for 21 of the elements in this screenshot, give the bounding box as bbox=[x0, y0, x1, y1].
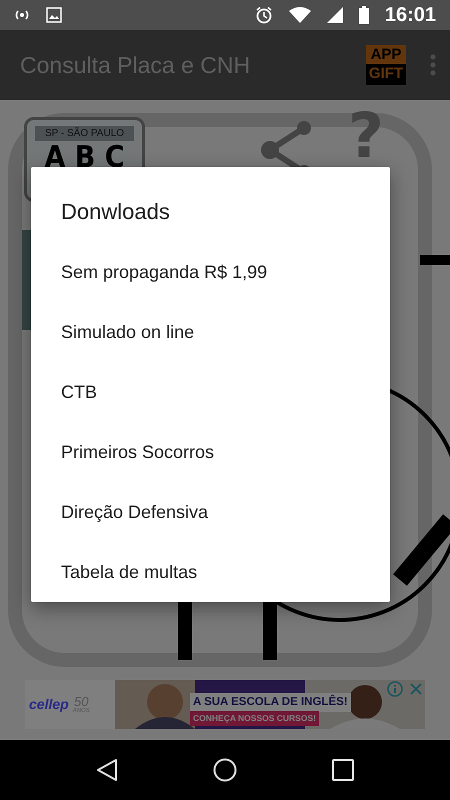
signal-icon bbox=[326, 7, 343, 23]
dialog-option[interactable]: Direção Defensiva bbox=[31, 482, 390, 542]
clock-time: 16:01 bbox=[384, 3, 436, 28]
recents-icon[interactable] bbox=[332, 759, 354, 781]
dialog-option[interactable]: Primeiros Socorros bbox=[31, 422, 390, 482]
dialog-option[interactable]: Tabela de multas bbox=[31, 542, 390, 602]
broadcast-icon bbox=[14, 9, 30, 21]
back-icon[interactable] bbox=[96, 758, 118, 782]
image-icon bbox=[46, 7, 62, 23]
dialog-option[interactable]: Sem propaganda R$ 1,99 bbox=[31, 242, 390, 302]
plate-state-text: SP - SÃO PAULO bbox=[35, 126, 134, 141]
ad-logo: cellep bbox=[29, 695, 69, 714]
dialog-option[interactable]: Simulado on line bbox=[31, 302, 390, 362]
wifi-icon bbox=[288, 7, 311, 23]
ad-headline: A SUA ESCOLA DE INGLÊS! bbox=[190, 693, 351, 712]
plate-letters: A B C bbox=[43, 141, 126, 175]
battery-icon bbox=[358, 6, 369, 24]
alarm-icon bbox=[254, 6, 273, 24]
dialog-option[interactable]: CTB bbox=[31, 362, 390, 422]
dialog-title: Donwloads bbox=[60, 198, 171, 226]
home-icon[interactable] bbox=[212, 758, 237, 782]
